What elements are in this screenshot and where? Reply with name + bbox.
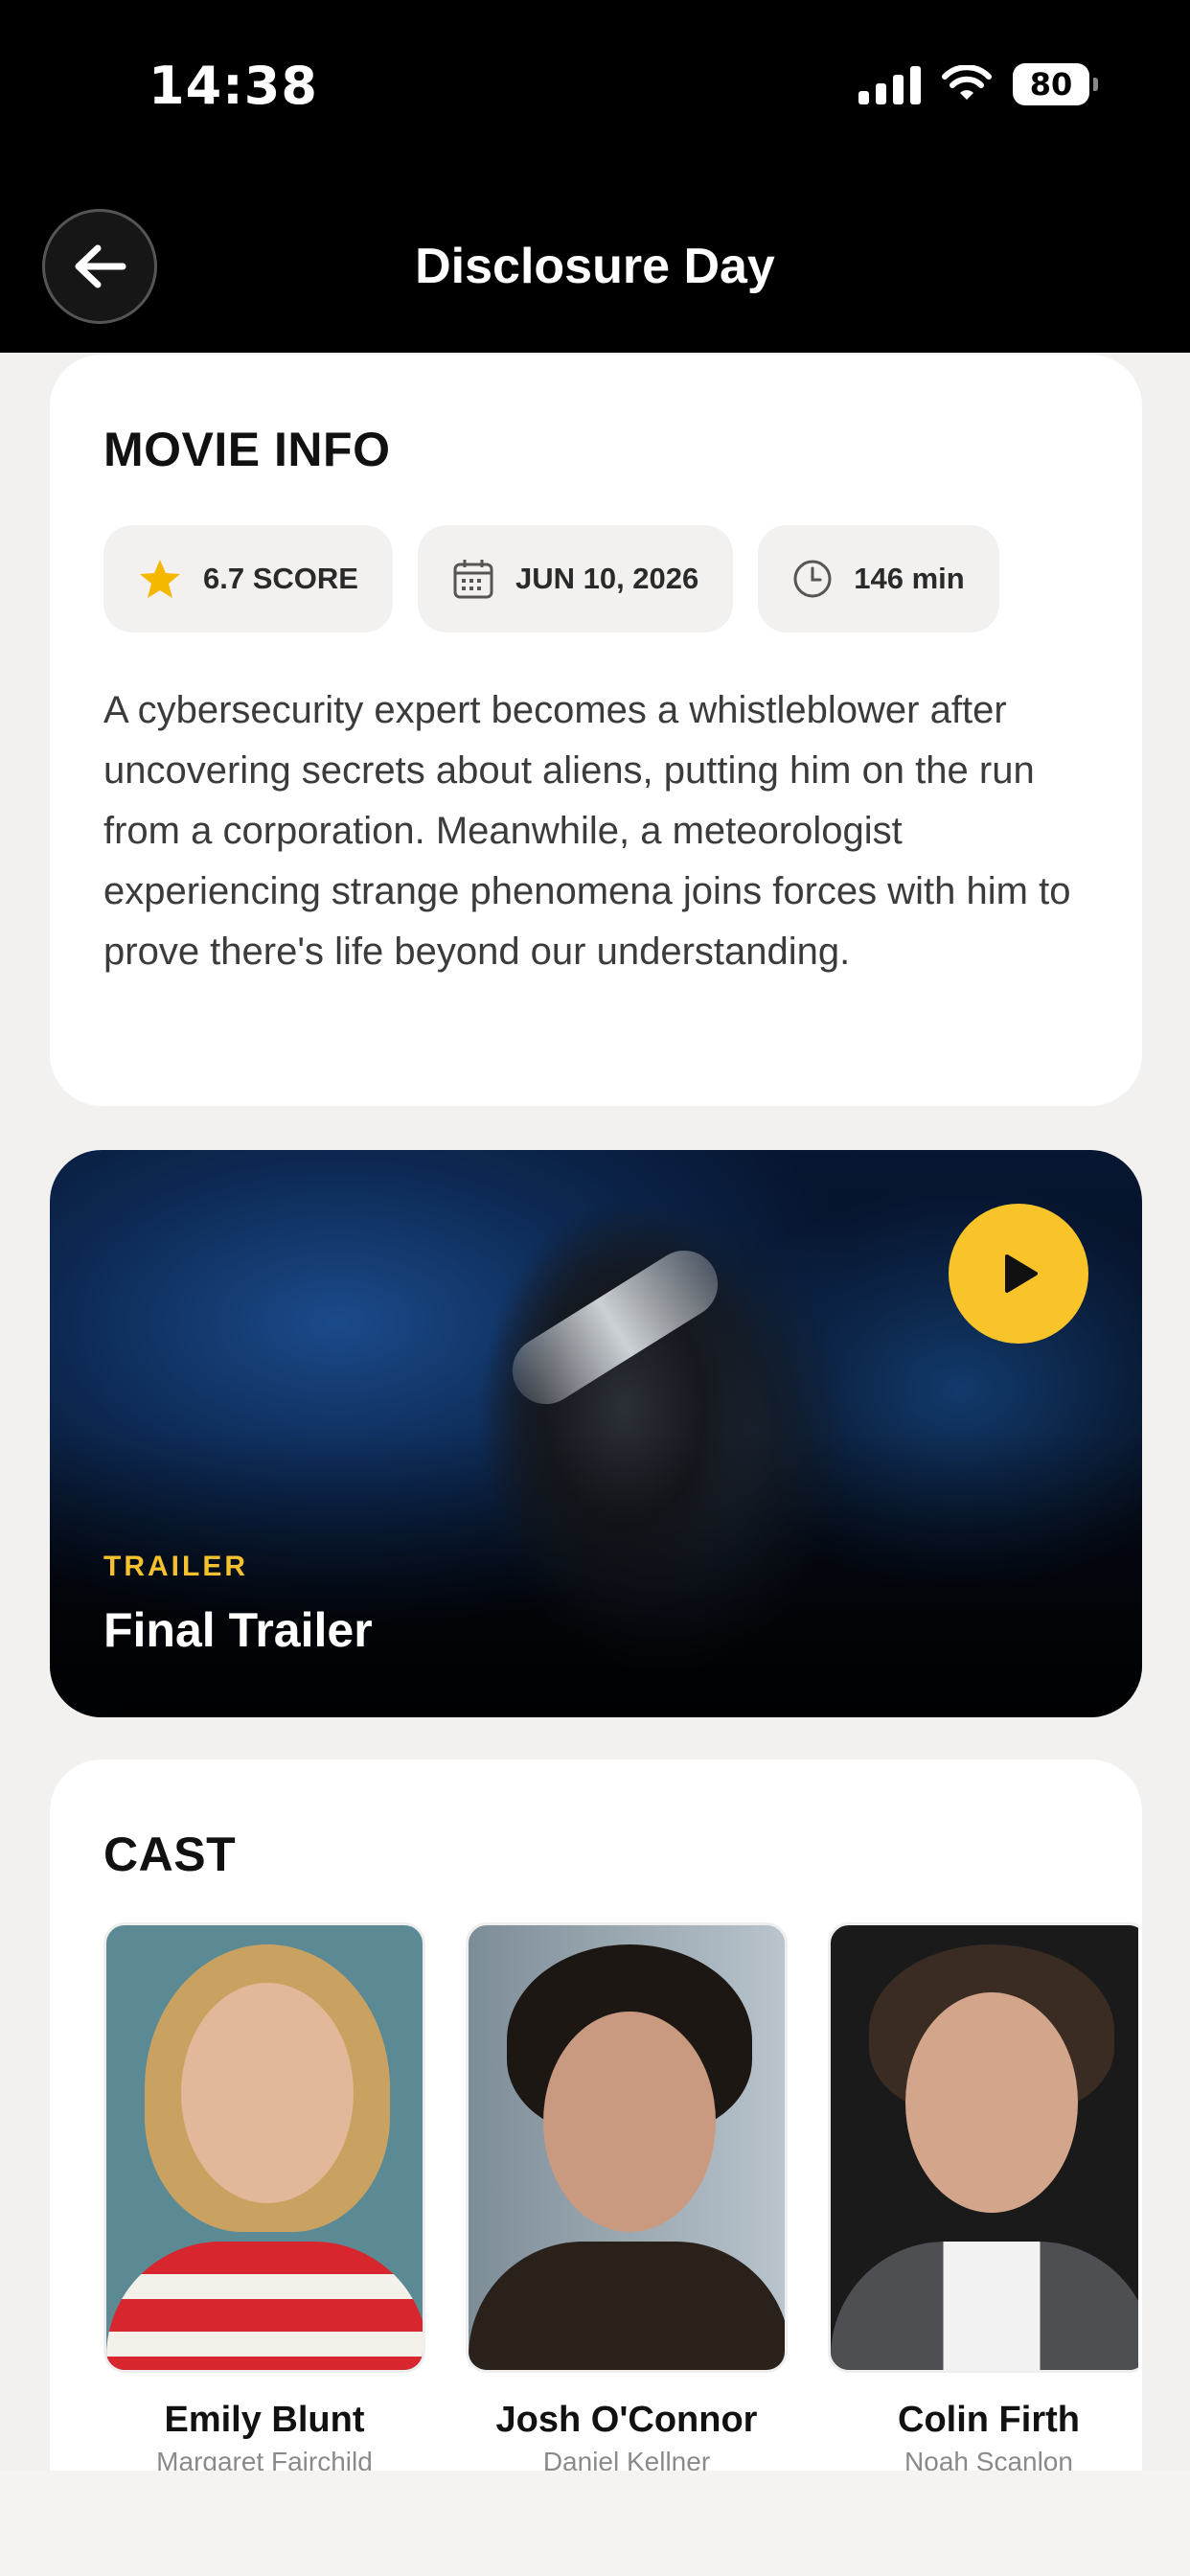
- release-date-chip: JUN 10, 2026: [417, 525, 734, 632]
- movie-description: A cybersecurity expert becomes a whistle…: [103, 689, 1071, 973]
- cast-portrait: [828, 1922, 1138, 2373]
- movie-info-card: MOVIE INFO 6.7 SCORE JUN 10, 2026 146 mi: [50, 355, 1142, 1106]
- status-icons: 80: [858, 63, 1098, 105]
- score-label: 6.7 SCORE: [203, 562, 358, 595]
- cast-member[interactable]: Josh O'Connor Daniel Kellner: [466, 1922, 788, 2477]
- cast-carousel[interactable]: Emily Blunt Margaret Fairchild Josh O'Co…: [103, 1922, 1138, 2497]
- trailer-kicker: TRAILER: [103, 1551, 248, 1582]
- cellular-signal-icon: [858, 64, 921, 104]
- page-title: Disclosure Day: [415, 239, 775, 294]
- runtime-label: 146 min: [854, 562, 965, 595]
- bottom-bar: [0, 2471, 1190, 2576]
- cast-name: Emily Blunt: [164, 2400, 365, 2440]
- calendar-icon: [453, 560, 493, 599]
- top-bar: 14:38 80 Disclosure Day: [0, 0, 1190, 353]
- trailer-card[interactable]: TRAILER Final Trailer: [50, 1150, 1142, 1717]
- cast-member[interactable]: Colin Firth Noah Scanlon: [828, 1922, 1138, 2477]
- trailer-title: Final Trailer: [103, 1603, 373, 1657]
- movie-info-heading: MOVIE INFO: [103, 423, 391, 476]
- star-icon: [140, 560, 180, 598]
- cast-portrait: [103, 1922, 425, 2373]
- score-chip: 6.7 SCORE: [103, 525, 393, 632]
- cast-card: CAST Emily Blunt Margaret Fairchild Josh…: [50, 1760, 1142, 2576]
- battery-icon: 80: [1013, 63, 1098, 105]
- release-date-label: JUN 10, 2026: [515, 562, 699, 595]
- cast-name: Josh O'Connor: [495, 2400, 758, 2440]
- cast-name: Colin Firth: [898, 2400, 1080, 2440]
- info-chips: 6.7 SCORE JUN 10, 2026 146 min: [103, 525, 999, 632]
- clock-icon: [793, 560, 832, 598]
- play-button[interactable]: [949, 1204, 1088, 1344]
- wifi-icon: [942, 65, 992, 100]
- status-time: 14:38: [149, 56, 318, 116]
- runtime-chip: 146 min: [758, 525, 999, 632]
- cast-heading: CAST: [103, 1828, 237, 1881]
- play-icon: [1005, 1254, 1038, 1293]
- cast-portrait: [466, 1922, 788, 2373]
- cast-member[interactable]: Emily Blunt Margaret Fairchild: [103, 1922, 425, 2477]
